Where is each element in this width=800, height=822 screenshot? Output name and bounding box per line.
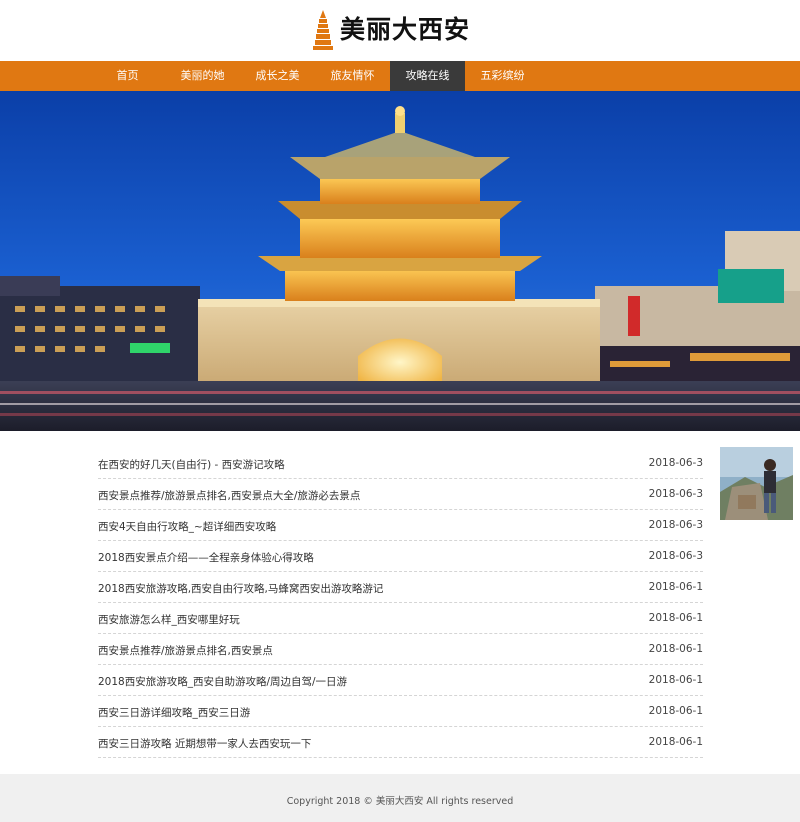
article-title[interactable]: 西安景点推荐/旅游景点排名,西安景点大全/旅游必去景点	[98, 488, 360, 503]
list-item[interactable]: 在西安的好几天(自由行) - 西安游记攻略 2018-06-3	[98, 448, 703, 479]
pagoda-icon	[313, 10, 333, 50]
article-title[interactable]: 2018西安旅游攻略,西安自由行攻略,马蜂窝西安出游攻略游记	[98, 581, 383, 596]
article-date: 2018-06-3	[648, 457, 703, 469]
list-item[interactable]: 西安旅游怎么样_西安哪里好玩 2018-06-1	[98, 603, 703, 634]
list-item[interactable]: 2018西安旅游攻略_西安自助游攻略/周边自驾/一日游 2018-06-1	[98, 665, 703, 696]
site-footer: Copyright 2018 © 美丽大西安 All rights reserv…	[0, 774, 800, 822]
article-title[interactable]: 2018西安旅游攻略_西安自助游攻略/周边自驾/一日游	[98, 674, 347, 689]
nav-item-guides[interactable]: 攻略在线	[390, 61, 465, 91]
article-title[interactable]: 西安三日游攻略 近期想带一家人去西安玩一下	[98, 736, 311, 751]
site-logo[interactable]: 美丽大西安	[312, 10, 470, 50]
nav-item-growth[interactable]: 成长之美	[240, 61, 315, 91]
article-title[interactable]: 西安4天自由行攻略_~超详细西安攻略	[98, 519, 276, 534]
article-title[interactable]: 西安三日游详细攻略_西安三日游	[98, 705, 250, 720]
list-item[interactable]: 西安景点推荐/旅游景点排名,西安景点大全/旅游必去景点 2018-06-3	[98, 479, 703, 510]
article-date: 2018-06-1	[648, 581, 703, 593]
article-date: 2018-06-3	[648, 550, 703, 562]
site-title: 美丽大西安	[340, 15, 471, 44]
list-item[interactable]: 西安景点推荐/旅游景点排名,西安景点 2018-06-1	[98, 634, 703, 665]
site-header: 美丽大西安	[0, 0, 800, 61]
nav-item-travel-friends[interactable]: 旅友情怀	[315, 61, 390, 91]
copyright-text: Copyright 2018 © 美丽大西安 All rights reserv…	[286, 796, 514, 807]
article-date: 2018-06-1	[648, 705, 703, 717]
side-photo[interactable]	[720, 447, 793, 520]
article-date: 2018-06-3	[648, 519, 703, 531]
article-list: 在西安的好几天(自由行) - 西安游记攻略 2018-06-3 西安景点推荐/旅…	[98, 448, 703, 758]
list-item[interactable]: 2018西安旅游攻略,西安自由行攻略,马蜂窝西安出游攻略游记 2018-06-1	[98, 572, 703, 603]
article-date: 2018-06-1	[648, 674, 703, 686]
list-item[interactable]: 西安4天自由行攻略_~超详细西安攻略 2018-06-3	[98, 510, 703, 541]
article-title[interactable]: 2018西安景点介绍——全程亲身体验心得攻略	[98, 550, 314, 565]
article-date: 2018-06-3	[648, 488, 703, 500]
bell-tower-photo	[0, 91, 800, 431]
banner-image	[0, 91, 800, 431]
traveler-photo	[720, 447, 793, 520]
article-title[interactable]: 在西安的好几天(自由行) - 西安游记攻略	[98, 457, 285, 472]
main-nav: 首页 美丽的她 成长之美 旅友情怀 攻略在线 五彩缤纷	[0, 61, 800, 91]
article-date: 2018-06-1	[648, 643, 703, 655]
article-date: 2018-06-1	[648, 736, 703, 748]
list-item[interactable]: 西安三日游攻略 近期想带一家人去西安玩一下 2018-06-1	[98, 727, 703, 758]
list-item[interactable]: 2018西安景点介绍——全程亲身体验心得攻略 2018-06-3	[98, 541, 703, 572]
nav-item-colorful[interactable]: 五彩缤纷	[465, 61, 540, 91]
article-title[interactable]: 西安旅游怎么样_西安哪里好玩	[98, 612, 240, 627]
list-item[interactable]: 西安三日游详细攻略_西安三日游 2018-06-1	[98, 696, 703, 727]
article-title[interactable]: 西安景点推荐/旅游景点排名,西安景点	[98, 643, 273, 658]
article-date: 2018-06-1	[648, 612, 703, 624]
nav-item-beautiful-her[interactable]: 美丽的她	[165, 61, 240, 91]
nav-item-home[interactable]: 首页	[90, 61, 165, 91]
